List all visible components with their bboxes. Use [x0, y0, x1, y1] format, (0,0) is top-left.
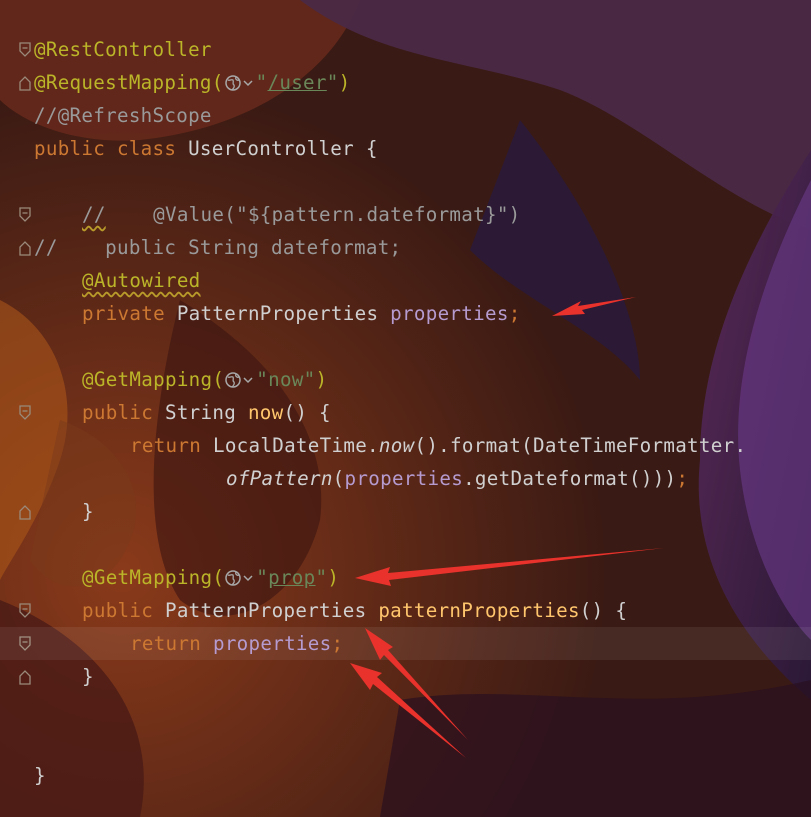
string-quote: ": [255, 71, 268, 94]
keyword-token: public class: [34, 137, 189, 160]
annotation-token: ): [327, 566, 340, 589]
code-line-23[interactable]: }: [34, 764, 46, 788]
code-line-18[interactable]: public PatternProperties patternProperti…: [82, 599, 627, 623]
method-name-token: patternProperties: [378, 599, 580, 622]
plain-token: ().format(DateTimeFormatter.: [414, 434, 747, 457]
field-token: properties: [344, 467, 464, 490]
method-name-token: now: [247, 401, 284, 424]
code-line-2[interactable]: @RequestMapping( "/user"): [34, 71, 350, 95]
chevron-down-icon[interactable]: [242, 77, 254, 89]
string-token: "now": [256, 368, 316, 391]
code-line-7[interactable]: // public String dateformat;: [34, 236, 401, 260]
class-name-token: UserController {: [188, 137, 378, 160]
code-line-19[interactable]: return properties;: [130, 632, 343, 656]
annotation-token: @RequestMapping(: [34, 71, 224, 94]
semicolon-token: ;: [508, 302, 521, 325]
code-line-15[interactable]: }: [82, 500, 94, 524]
brace-token: }: [82, 500, 94, 523]
static-method-token: ofPattern: [226, 467, 333, 490]
code-line-1[interactable]: @RestController: [34, 38, 212, 62]
annotation-token: @Autowired: [82, 269, 201, 292]
comment-token: @Value("${pattern.dateformat}"): [105, 203, 521, 226]
string-quote: ": [256, 566, 269, 589]
code-line-14[interactable]: ofPattern(properties.getDateformat()));: [226, 467, 688, 491]
string-quote: ": [326, 71, 339, 94]
code-line-3[interactable]: //@RefreshScope: [34, 104, 212, 128]
string-quote: ": [315, 566, 328, 589]
globe-icon[interactable]: [224, 74, 242, 92]
fold-marker-icon[interactable]: [17, 602, 33, 620]
annotation-token: ): [315, 368, 328, 391]
code-line-8[interactable]: @Autowired: [82, 269, 201, 293]
globe-icon[interactable]: [224, 371, 242, 389]
fold-marker-icon[interactable]: [17, 668, 33, 686]
plain-token: () {: [579, 599, 628, 622]
keyword-token: public: [82, 401, 165, 424]
fold-marker-icon[interactable]: [17, 404, 33, 422]
static-method-token: now: [378, 434, 415, 457]
fold-marker-icon[interactable]: [17, 41, 33, 59]
request-mapping-url[interactable]: /user: [268, 71, 327, 94]
annotation-token: @GetMapping(: [82, 368, 225, 391]
plain-token: LocalDateTime.: [212, 434, 379, 457]
code-line-9[interactable]: private PatternProperties properties;: [82, 302, 521, 326]
keyword-token: public: [82, 599, 165, 622]
semicolon-token: ;: [676, 467, 689, 490]
chevron-down-icon[interactable]: [242, 572, 254, 584]
plain-token: .getDateformat())): [463, 467, 677, 490]
annotation-token: @RestController: [34, 38, 212, 61]
plain-token: () {: [283, 401, 331, 424]
field-token: properties: [390, 302, 509, 325]
fold-marker-icon[interactable]: [17, 239, 33, 257]
brace-token: }: [34, 764, 46, 787]
keyword-token: return: [130, 434, 213, 457]
fold-marker-icon[interactable]: [17, 206, 33, 224]
code-line-20[interactable]: }: [82, 665, 94, 689]
globe-icon[interactable]: [224, 569, 242, 587]
field-token: properties: [212, 632, 332, 655]
type-token: PatternProperties: [164, 599, 379, 622]
code-line-11[interactable]: @GetMapping( "now"): [82, 368, 327, 392]
keyword-token: private: [82, 302, 177, 325]
type-token: String: [164, 401, 248, 424]
semicolon-token: ;: [331, 632, 344, 655]
code-line-17[interactable]: @GetMapping( "prop"): [82, 566, 339, 590]
comment-token: //: [82, 203, 106, 226]
get-mapping-url[interactable]: prop: [268, 566, 315, 589]
comment-token: //@RefreshScope: [34, 104, 212, 127]
code-line-6[interactable]: // @Value("${pattern.dateformat}"): [82, 203, 521, 227]
plain-token: (: [332, 467, 345, 490]
fold-marker-icon[interactable]: [17, 74, 33, 92]
annotation-token: @GetMapping(: [82, 566, 225, 589]
type-token: PatternProperties: [176, 302, 391, 325]
code-line-13[interactable]: return LocalDateTime.now().format(DateTi…: [130, 434, 746, 458]
brace-token: }: [82, 665, 94, 688]
annotation-token: ): [338, 71, 351, 94]
comment-token: // public String dateformat;: [34, 236, 402, 259]
current-line-highlight: [0, 627, 811, 660]
code-line-4[interactable]: public class UserController {: [34, 137, 378, 161]
chevron-down-icon[interactable]: [242, 374, 254, 386]
fold-marker-icon[interactable]: [17, 503, 33, 521]
editor-gutter: [0, 0, 33, 817]
code-line-12[interactable]: public String now() {: [82, 401, 331, 425]
keyword-token: return: [130, 632, 213, 655]
